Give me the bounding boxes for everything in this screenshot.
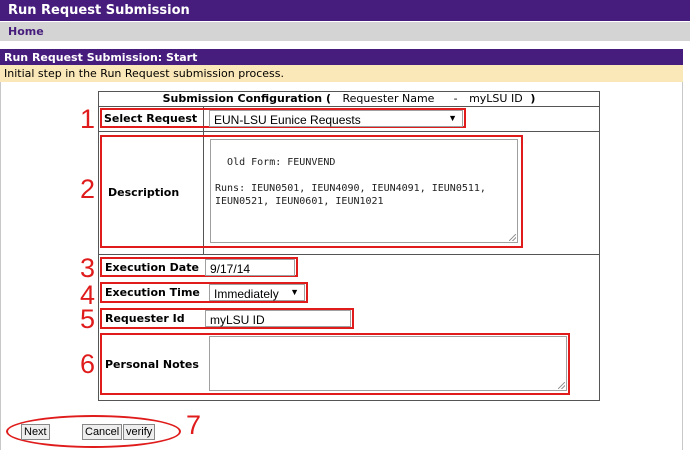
requester-id-value: myLSU ID: [210, 313, 265, 327]
app-title-bar: Run Request Submission: [0, 0, 690, 21]
app-title: Run Request Submission: [8, 3, 190, 18]
triangle-down-icon: ▼: [290, 287, 299, 297]
section-title: Run Request Submission: Start: [0, 49, 683, 65]
execution-date-value: 9/17/14: [210, 262, 251, 276]
resize-handle-icon[interactable]: [509, 234, 516, 241]
cancel-button[interactable]: Cancel: [82, 424, 123, 440]
verify-button[interactable]: verify: [123, 424, 156, 440]
requester-id-label: Requester Id: [105, 312, 185, 325]
execution-date-label: Execution Date: [105, 261, 199, 274]
config-title-suffix: ): [530, 92, 536, 105]
execution-time-value: Immediately: [214, 287, 279, 301]
annotation-number-5: 5: [80, 304, 96, 334]
execution-time-dropdown[interactable]: Immediately ▼: [209, 284, 305, 301]
home-link[interactable]: Home: [8, 25, 44, 38]
select-request-value: EUN-LSU Eunice Requests: [214, 113, 361, 127]
config-title-prefix: Submission Configuration (: [162, 92, 331, 105]
row-divider: [98, 106, 600, 107]
personal-notes-label: Personal Notes: [105, 358, 199, 371]
annotation-number-7: 7: [186, 410, 202, 440]
section-description: Initial step in the Run Request submissi…: [0, 65, 683, 82]
row-divider: [98, 254, 600, 255]
nav-bar: Home: [0, 22, 690, 41]
annotation-number-3: 3: [80, 253, 96, 283]
triangle-down-icon: ▼: [448, 113, 457, 123]
requester-name: Requester Name: [342, 92, 435, 105]
description-textarea[interactable]: Old Form: FEUNVEND Runs: IEUN0501, IEUN4…: [210, 139, 518, 243]
resize-handle-icon[interactable]: [558, 382, 565, 389]
config-title: Submission Configuration ( Requester Nam…: [98, 92, 600, 105]
annotation-number-6: 6: [80, 349, 96, 379]
annotation-number-1: 1: [80, 104, 96, 134]
select-request-label: Select Request: [104, 112, 198, 125]
description-label: Description: [108, 186, 180, 199]
config-separator: -: [453, 92, 458, 105]
next-button[interactable]: Next: [21, 424, 50, 440]
execution-time-label: Execution Time: [105, 286, 200, 299]
row-divider: [98, 131, 600, 132]
requester-id-input[interactable]: myLSU ID: [205, 310, 351, 327]
personal-notes-textarea[interactable]: [209, 336, 567, 391]
annotation-number-2: 2: [80, 174, 96, 204]
config-requester-id: myLSU ID: [469, 92, 523, 105]
select-request-dropdown[interactable]: EUN-LSU Eunice Requests ▼: [209, 110, 463, 127]
execution-date-input[interactable]: 9/17/14: [205, 259, 295, 276]
description-text: Old Form: FEUNVEND Runs: IEUN0501, IEUN4…: [215, 157, 486, 207]
